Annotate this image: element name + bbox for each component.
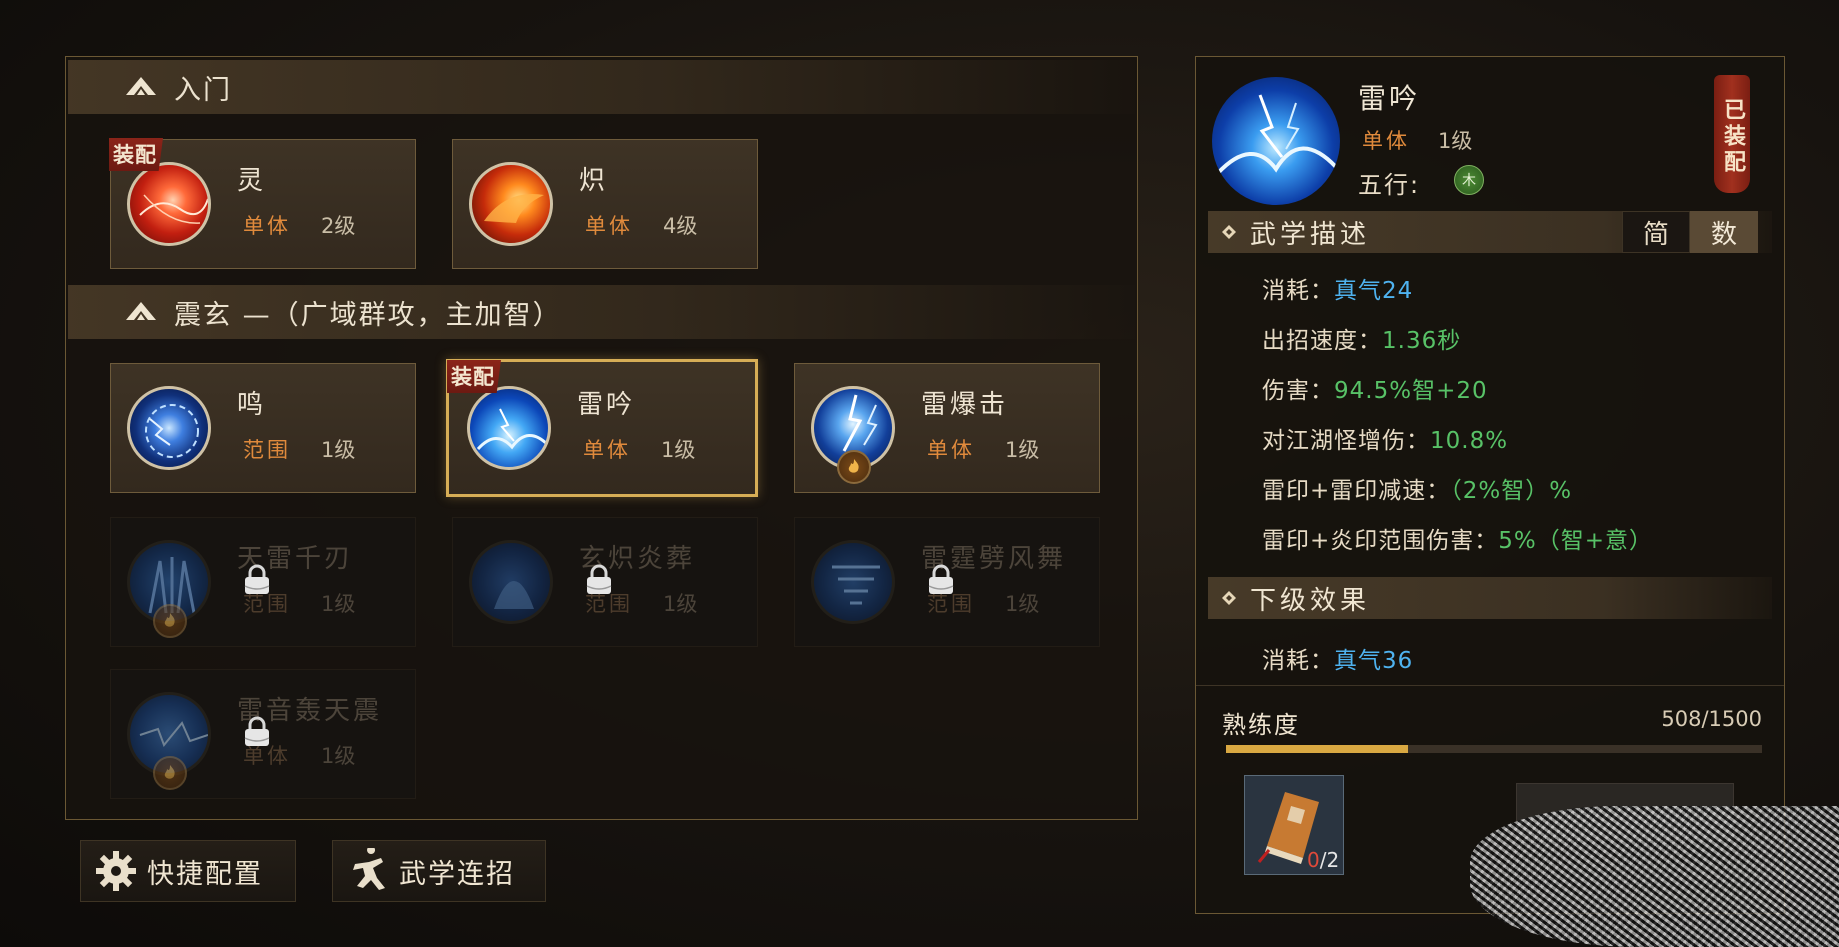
quick-config-button[interactable]: 快捷配置 — [80, 840, 296, 902]
stat-thunder-flame-aoe: 雷印+炎印范围伤害：5%（智+意） — [1262, 528, 1654, 554]
proficiency-label: 熟练度 — [1222, 711, 1300, 739]
section-title: 入门 — [174, 74, 232, 106]
proficiency-bar-fill — [1226, 745, 1408, 753]
skill-type: 单体 — [585, 214, 633, 238]
proficiency-bar — [1226, 745, 1762, 753]
thunder-wave-icon — [467, 386, 551, 470]
next-level-title: 下级效果 — [1250, 585, 1371, 616]
quick-config-label: 快捷配置 — [147, 858, 263, 890]
section-header-beginner[interactable]: 入门 — [68, 60, 1135, 114]
skill-level: 1级 — [321, 744, 356, 768]
skill-name: 炽 — [579, 166, 609, 196]
description-section-header: 武学描述 简 数 — [1208, 211, 1772, 253]
collapse-chevron-icon[interactable] — [124, 75, 158, 99]
spirit-orb-icon — [127, 162, 211, 246]
skill-type: 单体 — [927, 438, 975, 462]
skill-type: 单体 — [583, 438, 631, 462]
skill-card-xuanchiyanzang-locked[interactable]: 玄炽炎葬 范围 1级 — [452, 517, 758, 647]
skill-card-chi[interactable]: 炽 单体 4级 — [452, 139, 758, 269]
stat-cast-speed: 出招速度：1.36秒 — [1262, 328, 1462, 354]
skill-card-leiyinhongtianzhen-locked[interactable]: 雷音轰天震 单体 1级 — [110, 669, 416, 799]
skill-level: 1级 — [661, 438, 696, 462]
divider — [1196, 685, 1784, 686]
skill-card-leibaoji[interactable]: 雷爆击 单体 1级 — [794, 363, 1100, 493]
skill-level: 1级 — [663, 592, 698, 616]
stat-cost: 消耗：真气24 — [1262, 278, 1414, 304]
fire-orb-icon — [469, 162, 553, 246]
lock-icon — [586, 564, 612, 594]
skill-level: 1级 — [1005, 592, 1040, 616]
next-stat-cost: 消耗：真气36 — [1262, 648, 1414, 674]
lock-icon — [928, 564, 954, 594]
skill-level: 2级 — [321, 214, 356, 238]
skill-card-leiyin-selected[interactable]: 装配 雷吟 单体 1级 — [446, 359, 758, 497]
detail-skill-level: 1级 — [1438, 129, 1473, 153]
martial-combo-label: 武学连招 — [399, 858, 515, 890]
thunder-wave-icon — [1212, 77, 1340, 205]
next-level-section-header: 下级效果 — [1208, 577, 1772, 619]
skill-name: 雷吟 — [577, 390, 636, 420]
section-title: 震玄 —（广域群攻，主加智） — [174, 299, 562, 331]
diamond-bullet-icon — [1222, 225, 1236, 239]
stat-damage: 伤害：94.5%智+20 — [1262, 378, 1488, 404]
skill-card-ling[interactable]: 装配 灵 单体 2级 — [109, 138, 416, 269]
detail-skill-type: 单体 — [1362, 129, 1410, 153]
skill-type: 范围 — [243, 438, 291, 462]
equipped-tag: 装配 — [109, 138, 163, 171]
lock-icon — [244, 716, 270, 746]
stat-monster-bonus: 对江湖怪增伤：10.8% — [1262, 428, 1509, 454]
diamond-bullet-icon — [1222, 591, 1236, 605]
equipped-banner: 已装配 — [1714, 75, 1750, 193]
skill-name: 灵 — [237, 166, 267, 196]
flame-badge-icon — [837, 450, 871, 484]
skill-level: 1级 — [321, 438, 356, 462]
skill-name: 雷爆击 — [921, 390, 1009, 420]
collapse-chevron-icon[interactable] — [124, 300, 158, 324]
book-count: 0/2 — [1307, 848, 1340, 872]
numeric-mode-tab[interactable]: 数 — [1690, 211, 1758, 253]
stat-thunder-slow: 雷印+雷印减速：（2%智）% — [1262, 478, 1573, 504]
section-header-zhenxuan[interactable]: 震玄 —（广域群攻，主加智） — [68, 285, 1135, 339]
skill-detail-panel: 雷吟 单体 1级 五行: 木 已装配 武学描述 简 数 消耗：真气24 出招速度… — [1195, 56, 1785, 914]
flame-badge-icon — [153, 604, 187, 638]
skill-list-panel: 入门 装配 灵 单体 2级 炽 单体 4级 震玄 —（广域群攻，主加智） 鸣 范… — [65, 56, 1138, 820]
skill-card-leitingpifengwu-locked[interactable]: 雷霆劈风舞 范围 1级 — [794, 517, 1100, 647]
thunder-ring-icon — [127, 386, 211, 470]
skill-card-tianleiqianren-locked[interactable]: 天雷千刃 范围 1级 — [110, 517, 416, 647]
detail-skill-name: 雷吟 — [1358, 82, 1421, 115]
obscured-noise-overlay — [1470, 806, 1839, 947]
skill-name: 鸣 — [237, 390, 267, 420]
wuxing-label: 五行: — [1358, 171, 1421, 199]
wood-element-badge: 木 — [1454, 165, 1484, 195]
skill-level: 4级 — [663, 214, 698, 238]
equipped-tag: 装配 — [447, 360, 501, 393]
gear-icon — [96, 851, 136, 891]
martial-figure-icon — [353, 848, 385, 890]
flame-badge-icon — [153, 756, 187, 790]
proficiency-value: 508/1500 — [1661, 707, 1762, 731]
dark-flame-icon — [469, 540, 553, 624]
tornado-icon — [811, 540, 895, 624]
simple-mode-tab[interactable]: 简 — [1622, 211, 1690, 253]
lock-icon — [244, 564, 270, 594]
skill-card-ming[interactable]: 鸣 范围 1级 — [110, 363, 416, 493]
martial-combo-button[interactable]: 武学连招 — [332, 840, 546, 902]
skill-level: 1级 — [321, 592, 356, 616]
skill-level: 1级 — [1005, 438, 1040, 462]
display-mode-toggle: 简 数 — [1622, 211, 1758, 253]
skill-book-item[interactable]: 0/2 — [1244, 775, 1344, 875]
skill-type: 单体 — [243, 214, 291, 238]
description-title: 武学描述 — [1250, 219, 1371, 250]
